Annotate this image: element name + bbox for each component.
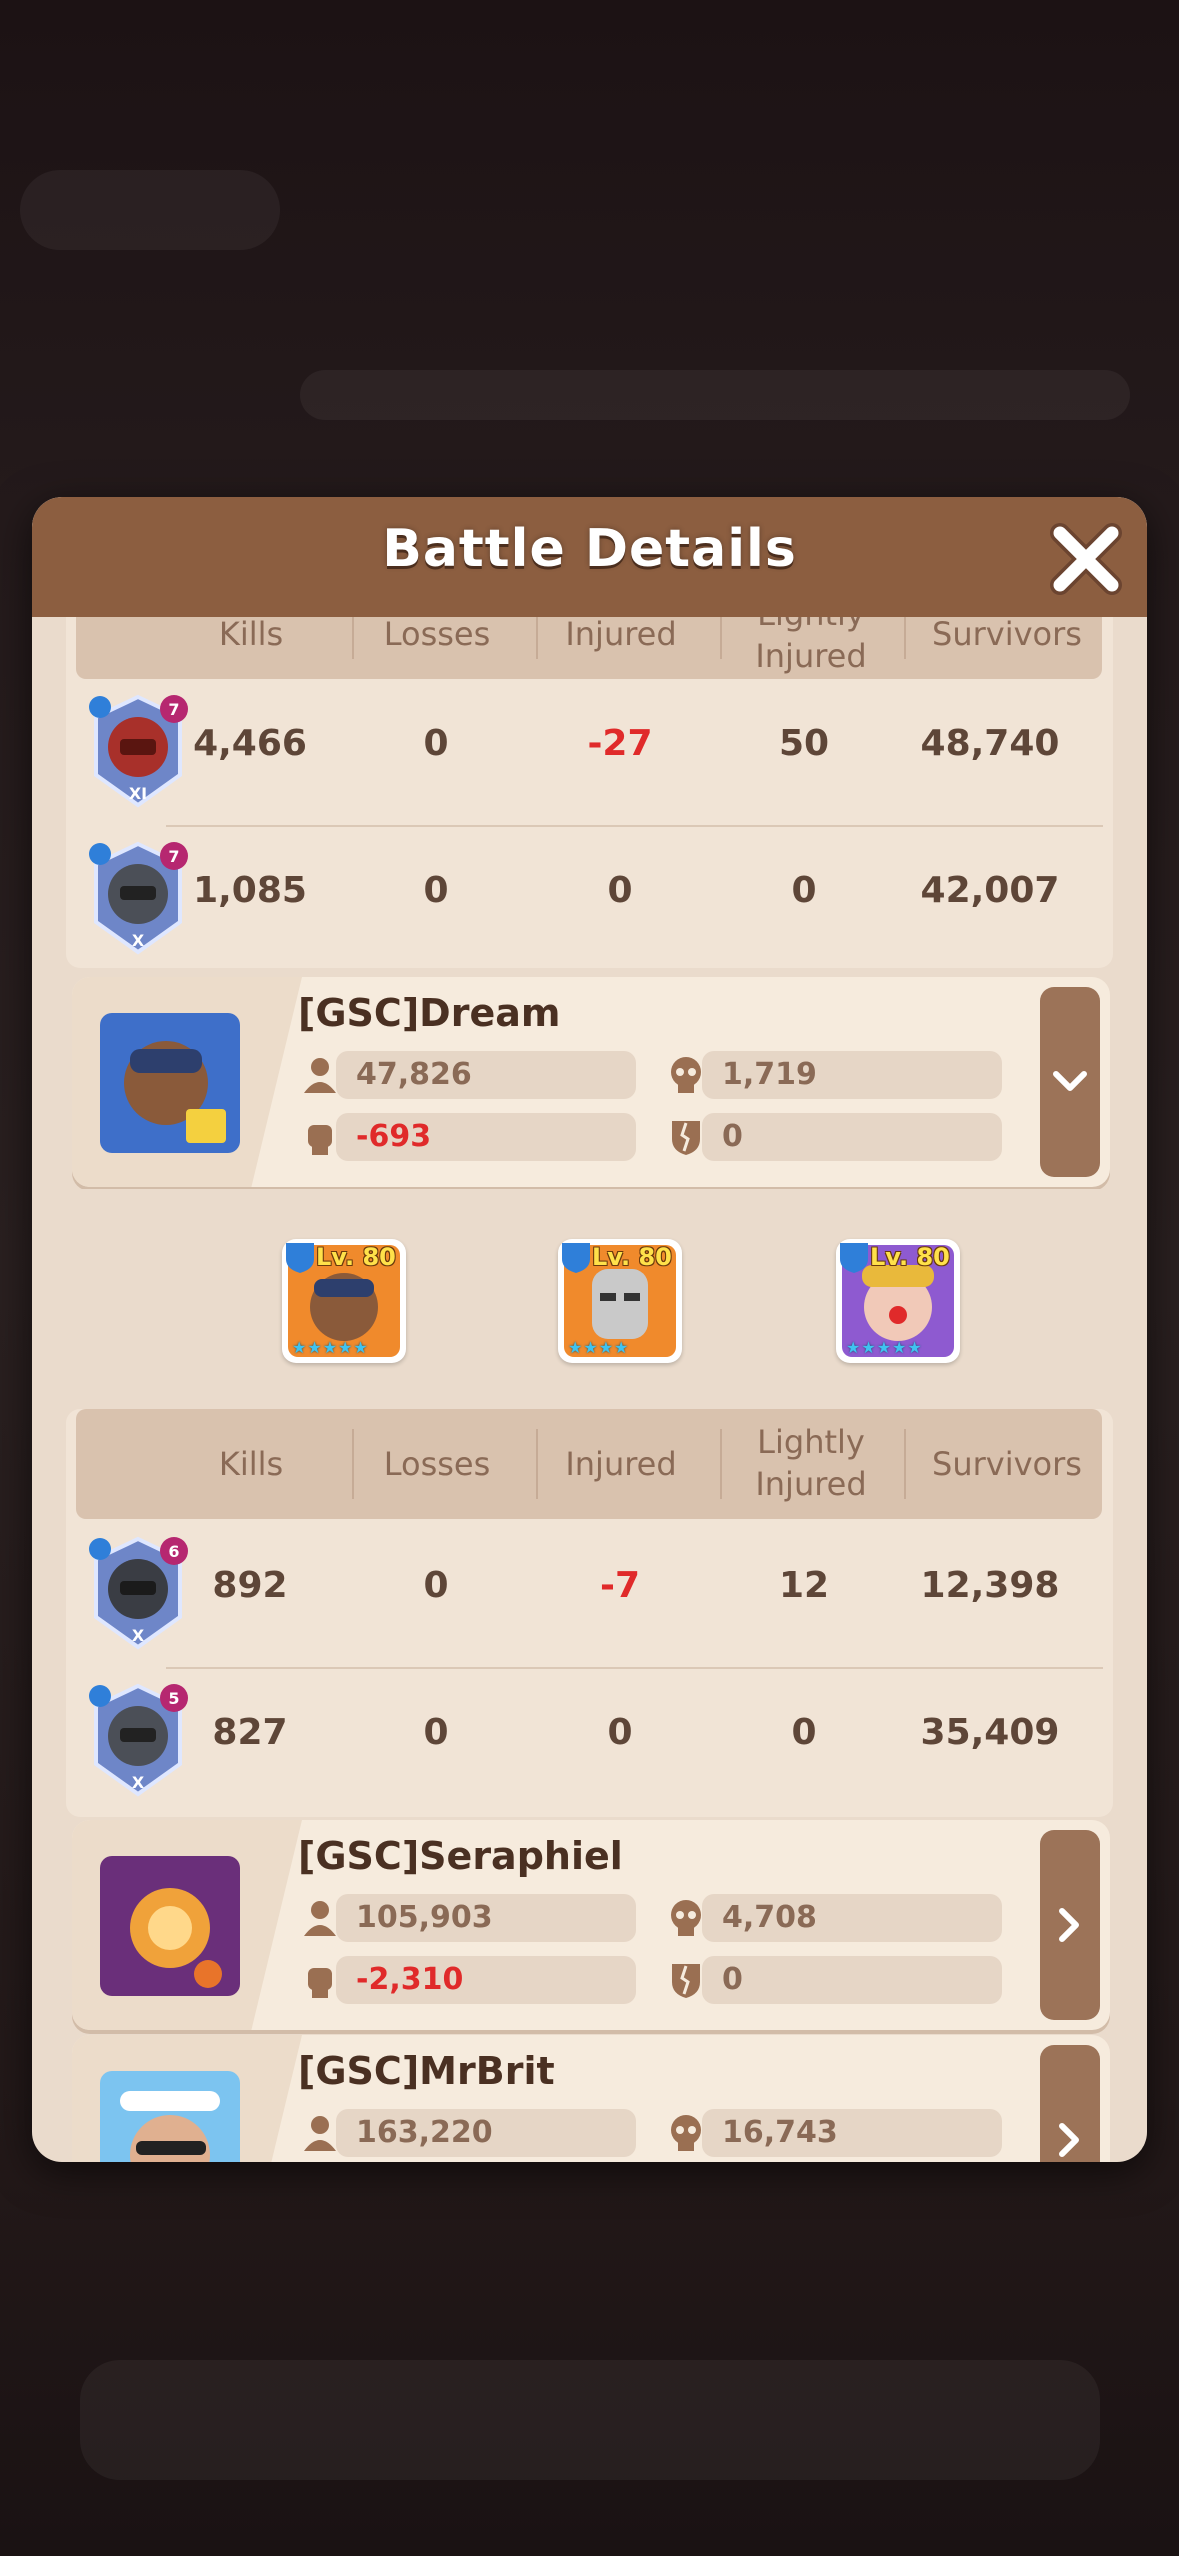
archer-icon bbox=[840, 1243, 868, 1273]
broken-shield-icon bbox=[672, 1964, 700, 1998]
svg-text:5: 5 bbox=[168, 1689, 179, 1708]
cell-survivors: 35,409 bbox=[920, 1712, 1060, 1753]
dialog-title: Battle Details bbox=[382, 519, 797, 579]
cell-lightly-injured: 0 bbox=[791, 1712, 817, 1753]
col-lightly-injured: Lightly Injured bbox=[755, 617, 867, 675]
collapse-button[interactable] bbox=[1040, 987, 1100, 1177]
troops-icon bbox=[304, 2116, 336, 2151]
table-row: 7 X 1,085 0 0 0 42,007 bbox=[76, 826, 1102, 972]
cell-losses: 0 bbox=[423, 723, 449, 764]
shield-icon bbox=[562, 1243, 590, 1273]
col-losses: Losses bbox=[383, 1445, 491, 1483]
skull-icon bbox=[671, 1057, 701, 1093]
cell-survivors: 48,740 bbox=[920, 723, 1060, 764]
cell-lightly-injured: 50 bbox=[778, 723, 830, 764]
chevron-right-icon bbox=[1059, 1908, 1079, 1942]
fist-icon bbox=[308, 1125, 332, 1155]
table-row: 6 X 892 0 -7 12 12,398 bbox=[76, 1521, 1102, 1667]
col-survivors: Survivors bbox=[932, 617, 1082, 653]
cell-losses: 0 bbox=[423, 870, 449, 911]
infantry-icon bbox=[286, 1243, 314, 1273]
player-card[interactable]: [GSC]Seraphiel 105,903 4,708 -2,310 0 bbox=[72, 1820, 1110, 2030]
col-kills: Kills bbox=[218, 617, 284, 653]
table-row: 7 XI 4,466 0 -27 50 48,740 bbox=[76, 679, 1102, 825]
stat-injured: 0 bbox=[672, 1113, 1002, 1161]
close-icon bbox=[1050, 523, 1122, 595]
stat-losses: -2,310 bbox=[308, 1956, 636, 2004]
cell-injured: 0 bbox=[607, 1712, 633, 1753]
blurred-avatar bbox=[20, 170, 280, 250]
col-injured: Injured bbox=[565, 617, 677, 653]
details-scroll-area[interactable]: Kills Losses Injured Lightly Injured Sur… bbox=[32, 617, 1147, 2162]
svg-text:7: 7 bbox=[168, 847, 179, 866]
svg-text:7: 7 bbox=[168, 700, 179, 719]
col-kills: Kills bbox=[218, 1445, 284, 1483]
broken-shield-icon bbox=[672, 1121, 700, 1155]
skull-icon bbox=[671, 2115, 701, 2151]
svg-text:6: 6 bbox=[168, 1542, 179, 1561]
stat-injured: 0 bbox=[672, 1956, 1002, 2004]
cell-injured: -7 bbox=[600, 1565, 640, 1606]
player-name: [GSC]MrBrit bbox=[298, 2049, 555, 2093]
stat-troops: 47,826 bbox=[304, 1051, 636, 1099]
col-lightly-injured: Lightly Injured bbox=[755, 1423, 867, 1503]
svg-text:X: X bbox=[132, 931, 145, 950]
cell-survivors: 12,398 bbox=[920, 1565, 1060, 1606]
stat-troops: 163,220 bbox=[304, 2109, 636, 2157]
column-header: Kills Losses Injured Lightly Injured Sur… bbox=[76, 617, 1102, 679]
cell-injured: -27 bbox=[587, 723, 653, 764]
stat-kills: 1,719 bbox=[671, 1051, 1002, 1099]
hero-card[interactable]: Lv. 80 ★★★★★ bbox=[836, 1239, 960, 1363]
stat-troops: 105,903 bbox=[304, 1894, 636, 1942]
cell-losses: 0 bbox=[423, 1565, 449, 1606]
cell-kills: 892 bbox=[212, 1565, 288, 1606]
dialog-header: Battle Details bbox=[32, 497, 1147, 617]
player-name: [GSC]Dream bbox=[298, 991, 561, 1035]
cell-kills: 4,466 bbox=[193, 723, 307, 764]
table-row: 5 X 827 0 0 0 35,409 bbox=[76, 1668, 1102, 1814]
cell-kills: 827 bbox=[212, 1712, 288, 1753]
cell-injured: 0 bbox=[607, 870, 633, 911]
chevron-down-icon bbox=[1053, 1071, 1087, 1091]
troop-table-2: Kills Losses Injured Lightly Injured Sur… bbox=[66, 1409, 1113, 1817]
player-card[interactable]: [GSC]MrBrit 163,220 16,743 bbox=[72, 2035, 1110, 2162]
stat-kills: 4,708 bbox=[671, 1894, 1002, 1942]
cell-lightly-injured: 12 bbox=[778, 1565, 830, 1606]
cell-survivors: 42,007 bbox=[920, 870, 1060, 911]
troop-table-1: Kills Losses Injured Lightly Injured Sur… bbox=[66, 617, 1113, 968]
fist-icon bbox=[308, 1968, 332, 1998]
avatar bbox=[100, 1856, 240, 1996]
troops-icon bbox=[304, 1901, 336, 1936]
avatar bbox=[100, 2071, 240, 2162]
cell-losses: 0 bbox=[423, 1712, 449, 1753]
column-header: Kills Losses Injured Lightly Injured Sur… bbox=[76, 1409, 1102, 1519]
avatar bbox=[100, 1013, 240, 1153]
battle-details-dialog: Battle Details Kills Losses Injured Ligh… bbox=[32, 497, 1147, 2162]
stat-losses: -693 bbox=[308, 1113, 636, 1161]
stat-kills: 16,743 bbox=[671, 2109, 1002, 2157]
player-card[interactable]: [GSC]Dream 47,826 1,719 -693 0 bbox=[72, 977, 1110, 1187]
hero-card[interactable]: Lv. 80 ★★★★★ bbox=[282, 1239, 406, 1363]
skull-icon bbox=[671, 1900, 701, 1936]
expand-button[interactable] bbox=[1040, 1830, 1100, 2020]
chevron-right-icon bbox=[1059, 2123, 1079, 2157]
blurred-bar bbox=[300, 370, 1130, 420]
blurred-nav bbox=[80, 2360, 1100, 2480]
close-button[interactable] bbox=[1044, 517, 1128, 601]
cell-kills: 1,085 bbox=[193, 870, 307, 911]
hero-card[interactable]: Lv. 80 ★★★★ bbox=[558, 1239, 682, 1363]
expand-button[interactable] bbox=[1040, 2045, 1100, 2162]
player-name: [GSC]Seraphiel bbox=[298, 1834, 623, 1878]
troops-icon bbox=[304, 1058, 336, 1093]
col-injured: Injured bbox=[565, 1445, 677, 1483]
col-losses: Losses bbox=[383, 617, 491, 653]
hero-lineup: Lv. 80 ★★★★★ Lv. 80 ★★★★ Lv. 80 ★★★★★ bbox=[66, 1189, 1113, 1409]
svg-text:X: X bbox=[132, 1773, 145, 1792]
cell-lightly-injured: 0 bbox=[791, 870, 817, 911]
svg-text:X: X bbox=[132, 1626, 145, 1645]
svg-text:XI: XI bbox=[129, 784, 147, 803]
col-survivors: Survivors bbox=[932, 1445, 1082, 1483]
